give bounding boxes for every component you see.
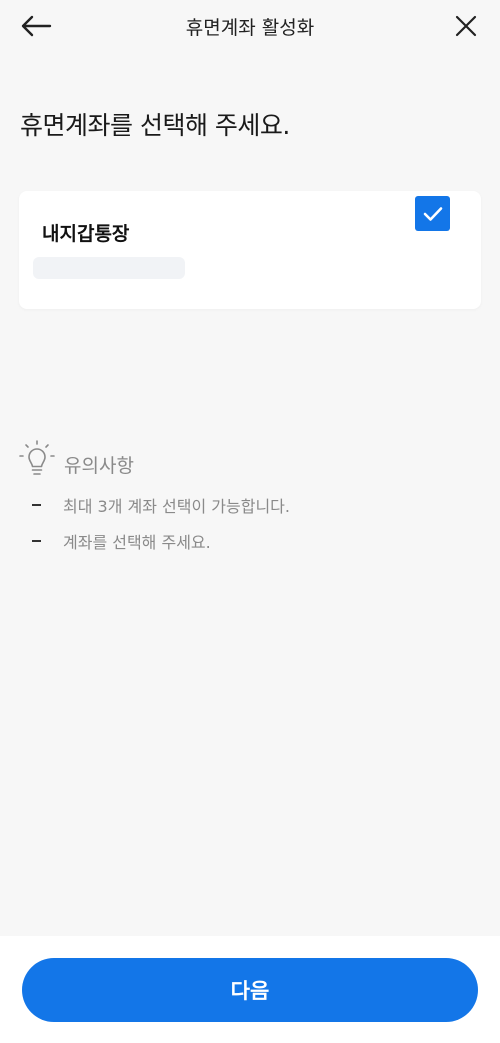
page-heading: 휴면계좌를 선택해 주세요. (20, 111, 290, 140)
top-app-bar: 휴면계좌 활성화 (0, 0, 500, 52)
account-checkbox[interactable] (415, 196, 450, 231)
checkmark-icon (423, 206, 442, 221)
notice-header: 유의사항 (18, 440, 134, 480)
notice-item: 최대 3개 계좌 선택이 가능합니다. (32, 493, 290, 517)
close-button[interactable] (446, 6, 486, 46)
account-name: 내지갑통장 (42, 223, 130, 245)
notice-title: 유의사항 (64, 454, 134, 477)
notice-item-text: 계좌를 선택해 주세요. (63, 533, 211, 552)
bottom-action-bar: 다음 (0, 936, 500, 1043)
notice-list: 최대 3개 계좌 선택이 가능합니다. 계좌를 선택해 주세요. (32, 493, 290, 565)
bullet-dash (32, 504, 41, 506)
page-title: 휴면계좌 활성화 (185, 17, 315, 39)
bullet-dash (32, 540, 41, 542)
lightbulb-icon (19, 440, 55, 475)
notice-item: 계좌를 선택해 주세요. (32, 529, 290, 553)
account-card[interactable]: 내지갑통장 (19, 191, 481, 309)
close-icon (455, 15, 477, 37)
notice-item-text: 최대 3개 계좌 선택이 가능합니다. (63, 497, 290, 516)
account-number-masked (33, 257, 185, 279)
next-button[interactable]: 다음 (22, 958, 478, 1022)
